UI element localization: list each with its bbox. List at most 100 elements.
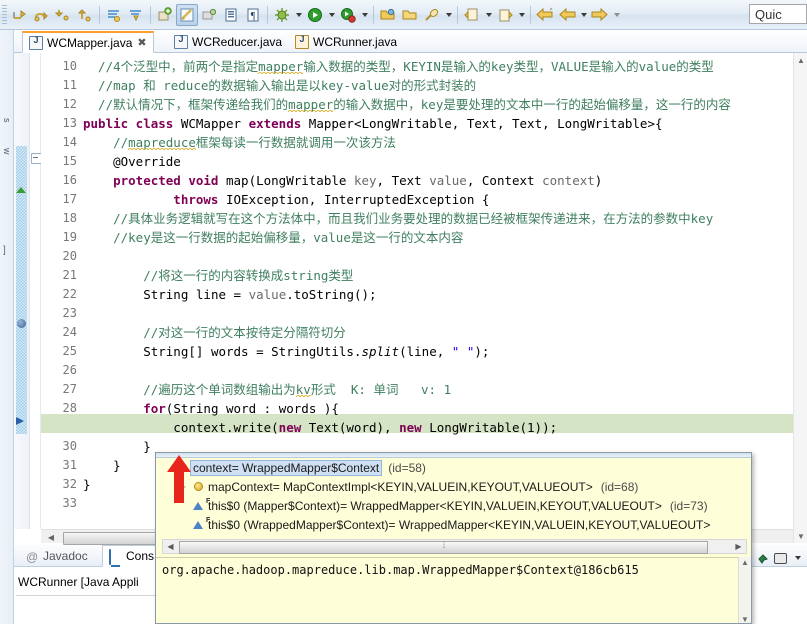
code-token: throws: [83, 192, 226, 207]
tab-wcreducer[interactable]: WCReducer.java: [168, 31, 288, 53]
code-line[interactable]: throws IOException, InterruptedException…: [83, 190, 489, 209]
code-line[interactable]: //具体业务逻辑就写在这个方法体中，而且我们业务要处理的数据已经被框架传递进来，…: [83, 209, 713, 228]
scroll-down-icon[interactable]: ▼: [795, 530, 807, 542]
use-step-filters-icon[interactable]: [125, 4, 147, 26]
current-instruction-pointer-icon[interactable]: [16, 417, 24, 425]
quick-access-input[interactable]: Quic: [749, 4, 807, 24]
console-menu-arrow-icon[interactable]: [792, 547, 803, 569]
code-token: ): [594, 173, 603, 188]
scroll-up-icon[interactable]: ▲: [741, 558, 749, 567]
popup-h-scroll-thumb[interactable]: [179, 541, 708, 554]
search-dropdown-arrow-icon[interactable]: [443, 4, 454, 26]
line-number: 32: [62, 477, 77, 491]
code-token: context.write(: [83, 420, 279, 435]
code-line[interactable]: protected void map(LongWritable key, Tex…: [83, 171, 602, 190]
new-java-project-icon[interactable]: [154, 4, 176, 26]
editor-vertical-scrollbar[interactable]: ▲ ▼: [793, 53, 807, 543]
code-line[interactable]: for(String word : words ){: [83, 399, 339, 418]
next-annotation-dropdown-arrow-icon[interactable]: [483, 4, 494, 26]
open-resource-icon[interactable]: [377, 4, 399, 26]
code-line[interactable]: }: [83, 475, 91, 494]
variable-row[interactable]: ▷ mapContext= MapContextImpl<KEYIN,VALUEI…: [156, 477, 751, 496]
run-dropdown-arrow-icon[interactable]: [326, 4, 337, 26]
scroll-left-icon[interactable]: ◀: [43, 531, 59, 543]
line-number: 20: [62, 249, 77, 263]
coverage-icon[interactable]: [337, 4, 359, 26]
code-token: mapper: [288, 97, 334, 112]
open-folder-icon[interactable]: [399, 4, 421, 26]
code-line[interactable]: //默认情况下，框架传递给我们的mapper的输入数据中，key是要处理的文本中…: [83, 95, 731, 114]
toolbar-drag-handle[interactable]: [2, 4, 7, 25]
coverage-dropdown-arrow-icon[interactable]: [359, 4, 370, 26]
tab-wcmapper[interactable]: WCMapper.java ✖: [22, 31, 154, 53]
back-icon[interactable]: [534, 4, 556, 26]
variable-tree[interactable]: context= WrappedMapper$Context (id=58) ▷ ma…: [156, 458, 751, 534]
code-line[interactable]: //key是这一行数据的起始偏移量，value是这一行的文本内容: [83, 228, 463, 247]
new-java-class-icon[interactable]: [176, 3, 198, 26]
previous-annotation-icon[interactable]: [494, 4, 516, 26]
code-line[interactable]: context.write(new Text(word), new LongWr…: [83, 418, 557, 437]
pin-console-icon[interactable]: [757, 552, 769, 564]
code-line[interactable]: //对这一行的文本按待定分隔符切分: [83, 323, 346, 342]
code-line[interactable]: //遍历这个单词数组输出为kv形式 K: 单词 v: 1: [83, 380, 451, 399]
next-annotation-icon[interactable]: [461, 4, 483, 26]
scroll-left-icon[interactable]: ◀: [163, 540, 178, 553]
code-line[interactable]: @Override: [83, 152, 181, 171]
forward-dropdown-arrow-icon[interactable]: [611, 4, 622, 26]
new-package-icon[interactable]: [198, 4, 220, 26]
open-type-icon[interactable]: [220, 4, 242, 26]
expand-arrow-icon[interactable]: ▷: [176, 482, 190, 491]
scroll-down-icon[interactable]: ▼: [741, 615, 749, 623]
code-line[interactable]: //4个泛型中，前两个是指定mapper输入数据的类型，KEYIN是输入的key…: [83, 57, 714, 76]
close-icon[interactable]: ✖: [137, 36, 146, 49]
tab-javadoc[interactable]: @ Javadoc: [20, 545, 94, 567]
fastview-stub-bracket[interactable]: ]: [3, 245, 6, 256]
fastview-stub-top[interactable]: s: [2, 118, 12, 123]
debug-dropdown-arrow-icon[interactable]: [293, 4, 304, 26]
code-token: Mapper<LongWritable, Text, Text, LongWri…: [308, 116, 663, 131]
code-line[interactable]: //mapreduce框架每读一行数据就调用一次该方法: [83, 133, 396, 152]
code-line[interactable]: //将这一行的内容转换成string类型: [83, 266, 353, 285]
variable-row[interactable]: Fthis$0 (Mapper$Context)= WrappedMapper<…: [156, 496, 751, 515]
quickfix-marker-icon[interactable]: [16, 187, 26, 193]
search-marker-icon[interactable]: [17, 319, 26, 328]
tab-label: Cons: [126, 549, 155, 563]
previous-annotation-dropdown-arrow-icon[interactable]: [516, 4, 527, 26]
code-line[interactable]: }: [83, 437, 151, 456]
back-dropdown-arrow-icon[interactable]: [578, 4, 589, 26]
variable-row[interactable]: Fthis$0 (WrappedMapper$Context)= Wrapped…: [156, 515, 751, 534]
code-line[interactable]: public class WCMapper extends Mapper<Lon…: [83, 114, 663, 133]
code-token: WCMapper: [180, 116, 249, 131]
paragraph-mark-icon[interactable]: ¶: [242, 4, 264, 26]
line-number: 24: [62, 325, 77, 339]
code-token: :: [263, 401, 279, 416]
code-line[interactable]: }: [83, 456, 121, 475]
step-over-icon[interactable]: [30, 4, 52, 26]
variable-label: this$0 (WrappedMapper$Context)= WrappedM…: [208, 517, 711, 532]
step-return-icon[interactable]: [8, 4, 30, 26]
code-line[interactable]: //map 和 reduce的数据输入输出是以key-value对的形式封装的: [83, 76, 476, 95]
tab-console[interactable]: Cons: [102, 545, 162, 567]
display-selected-console-icon[interactable]: [774, 552, 787, 564]
run-icon[interactable]: [304, 4, 326, 26]
step-into-icon[interactable]: [52, 4, 74, 26]
step-filters-icon[interactable]: [74, 4, 96, 26]
debug-icon[interactable]: [271, 4, 293, 26]
debug-variable-hover-popup[interactable]: context= WrappedMapper$Context (id=58) ▷ ma…: [155, 452, 752, 624]
code-token: word: [226, 401, 264, 416]
code-line[interactable]: String line = value.toString();: [83, 285, 376, 304]
scroll-right-icon[interactable]: ▶: [731, 540, 746, 553]
popup-horizontal-scrollbar[interactable]: ◀ ▶: [162, 539, 747, 554]
line-number: 11: [62, 78, 77, 92]
scroll-up-icon[interactable]: ▲: [795, 54, 807, 66]
variable-row[interactable]: context= WrappedMapper$Context (id=58): [156, 458, 751, 477]
annotation-ruler[interactable]: [14, 53, 30, 529]
drop-to-frame-icon[interactable]: [103, 4, 125, 26]
back-history-icon[interactable]: [556, 4, 578, 26]
forward-icon[interactable]: [589, 4, 611, 26]
tab-wcrunner[interactable]: WCRunner.java: [289, 31, 403, 53]
search-icon[interactable]: [421, 4, 443, 26]
fastview-stub-bottom[interactable]: w: [2, 148, 12, 155]
popup-detail-vertical-scrollbar[interactable]: ▲ ▼: [738, 557, 751, 623]
code-line[interactable]: String[] words = StringUtils.split(line,…: [83, 342, 489, 361]
